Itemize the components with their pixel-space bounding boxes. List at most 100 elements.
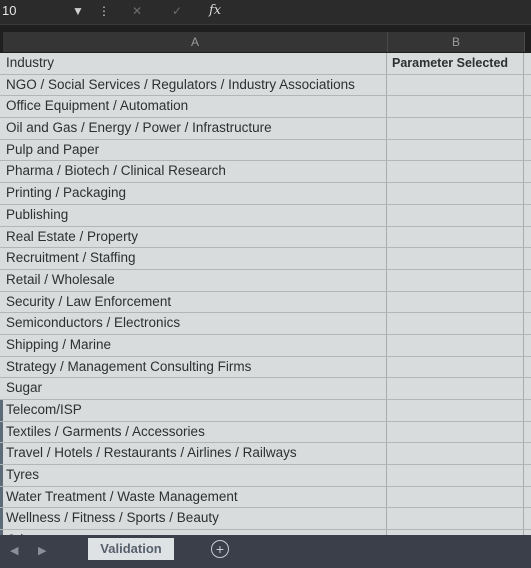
industry-cell[interactable]: Strategy / Management Consulting Firms xyxy=(3,356,387,378)
table-row: Telecom/ISP xyxy=(0,400,531,422)
parameter-cell[interactable] xyxy=(388,313,524,334)
function-icon[interactable]: fx xyxy=(209,2,221,20)
industry-cell[interactable]: Pulp and Paper xyxy=(3,139,387,161)
parameter-cell[interactable] xyxy=(388,226,524,248)
spreadsheet-grid: Industry Parameter Selected NGO / Social… xyxy=(0,53,531,552)
table-row: Strategy / Management Consulting Firms xyxy=(0,356,531,379)
industry-cell[interactable]: Real Estate / Property xyxy=(3,226,387,248)
scroll-right-icon[interactable]: ▶ xyxy=(38,544,46,557)
parameter-cell[interactable] xyxy=(388,378,524,399)
parameter-cell[interactable] xyxy=(388,139,524,161)
table-row: Tyres xyxy=(0,465,531,487)
parameter-cell[interactable] xyxy=(388,421,524,443)
sheet-tab-validation[interactable]: Validation xyxy=(88,538,174,560)
column-c-cell[interactable] xyxy=(525,96,531,117)
industry-cell[interactable]: Security / Law Enforcement xyxy=(3,291,387,313)
parameter-cell[interactable] xyxy=(388,248,524,269)
close-icon[interactable]: ✕ xyxy=(132,2,142,20)
column-c-cell[interactable] xyxy=(525,248,531,269)
column-c-cell[interactable] xyxy=(525,205,531,226)
industry-cell[interactable]: Publishing xyxy=(3,204,387,226)
table-row: Printing / Packaging xyxy=(0,183,531,205)
table-row: Oil and Gas / Energy / Power / Infrastru… xyxy=(0,118,531,140)
industry-cell[interactable]: Shipping / Marine xyxy=(3,334,387,356)
table-row: Pharma / Biotech / Clinical Research xyxy=(0,161,531,184)
parameter-cell[interactable] xyxy=(388,334,524,356)
parameter-cell[interactable] xyxy=(388,465,524,486)
column-c-cell[interactable] xyxy=(525,508,531,529)
industry-cell[interactable]: Textiles / Garments / Accessories xyxy=(3,421,387,443)
column-c-cell[interactable] xyxy=(525,357,531,378)
scroll-left-icon[interactable]: ◀ xyxy=(10,544,18,557)
industry-cell[interactable]: Office Equipment / Automation xyxy=(3,96,387,118)
column-header-b[interactable]: B xyxy=(388,32,525,52)
industry-cell[interactable]: Wellness / Fitness / Sports / Beauty xyxy=(3,508,387,530)
column-c-cell[interactable] xyxy=(525,183,531,204)
column-c-cell[interactable] xyxy=(525,487,531,508)
header-row: Industry Parameter Selected xyxy=(0,53,531,75)
table-row: Travel / Hotels / Restaurants / Airlines… xyxy=(0,443,531,466)
industry-header[interactable]: Industry xyxy=(3,53,387,74)
table-row: Water Treatment / Waste Management xyxy=(0,486,531,509)
parameter-cell[interactable] xyxy=(388,291,524,313)
table-row: Security / Law Enforcement xyxy=(0,291,531,314)
industry-cell[interactable]: Pharma / Biotech / Clinical Research xyxy=(3,161,387,183)
column-c-cell[interactable] xyxy=(525,378,531,399)
parameter-cell[interactable] xyxy=(388,74,524,96)
table-row: Pulp and Paper xyxy=(0,139,531,162)
industry-cell[interactable]: Printing / Packaging xyxy=(3,183,387,204)
table-row: Sugar xyxy=(0,378,531,400)
table-row: Real Estate / Property xyxy=(0,226,531,249)
name-box[interactable]: 10 xyxy=(0,2,74,20)
column-c-cell[interactable] xyxy=(525,53,531,74)
table-row: Semiconductors / Electronics xyxy=(0,313,531,335)
table-row: Shipping / Marine xyxy=(0,334,531,357)
parameter-cell[interactable] xyxy=(388,486,524,508)
parameter-header[interactable]: Parameter Selected xyxy=(388,53,524,74)
column-c-cell[interactable] xyxy=(525,227,531,248)
column-c-cell[interactable] xyxy=(525,400,531,421)
parameter-cell[interactable] xyxy=(388,161,524,183)
column-header-a[interactable]: A xyxy=(3,32,388,52)
sheet-tab-bar: ◀ ▶ Validation + xyxy=(0,535,531,568)
industry-cell[interactable]: Water Treatment / Waste Management xyxy=(3,486,387,508)
column-c-cell[interactable] xyxy=(525,75,531,96)
parameter-cell[interactable] xyxy=(388,400,524,421)
table-row: Wellness / Fitness / Sports / Beauty xyxy=(0,508,531,531)
industry-cell[interactable]: Oil and Gas / Energy / Power / Infrastru… xyxy=(3,118,387,139)
caret-down-icon[interactable]: ▼ xyxy=(72,2,84,20)
check-icon[interactable]: ✓ xyxy=(172,2,182,20)
industry-cell[interactable]: Recruitment / Staffing xyxy=(3,248,387,269)
column-c-cell[interactable] xyxy=(525,118,531,139)
industry-cell[interactable]: NGO / Social Services / Regulators / Ind… xyxy=(3,74,387,96)
add-sheet-icon[interactable]: + xyxy=(211,540,229,558)
parameter-cell[interactable] xyxy=(388,269,524,291)
parameter-cell[interactable] xyxy=(388,183,524,204)
parameter-cell[interactable] xyxy=(388,204,524,226)
column-c-cell[interactable] xyxy=(525,292,531,313)
industry-cell[interactable]: Sugar xyxy=(3,378,387,399)
table-row: NGO / Social Services / Regulators / Ind… xyxy=(0,74,531,97)
parameter-cell[interactable] xyxy=(388,443,524,465)
industry-cell[interactable]: Semiconductors / Electronics xyxy=(3,313,387,334)
column-c-cell[interactable] xyxy=(525,140,531,161)
vertical-dots-icon[interactable]: ⋮ xyxy=(98,2,110,20)
industry-cell[interactable]: Travel / Hotels / Restaurants / Airlines… xyxy=(3,443,387,465)
parameter-cell[interactable] xyxy=(388,356,524,378)
parameter-cell[interactable] xyxy=(388,508,524,530)
column-c-cell[interactable] xyxy=(525,422,531,443)
table-row: Recruitment / Staffing xyxy=(0,248,531,270)
industry-cell[interactable]: Telecom/ISP xyxy=(3,400,387,421)
industry-cell[interactable]: Tyres xyxy=(3,465,387,486)
column-c-cell[interactable] xyxy=(525,270,531,291)
column-c-cell[interactable] xyxy=(525,313,531,334)
column-c-cell[interactable] xyxy=(525,465,531,486)
column-c-cell[interactable] xyxy=(525,161,531,182)
column-c-cell[interactable] xyxy=(525,443,531,464)
parameter-cell[interactable] xyxy=(388,118,524,139)
parameter-cell[interactable] xyxy=(388,96,524,118)
industry-cell[interactable]: Retail / Wholesale xyxy=(3,269,387,291)
column-c-cell[interactable] xyxy=(525,335,531,356)
table-row: Publishing xyxy=(0,204,531,227)
table-row: Retail / Wholesale xyxy=(0,269,531,292)
